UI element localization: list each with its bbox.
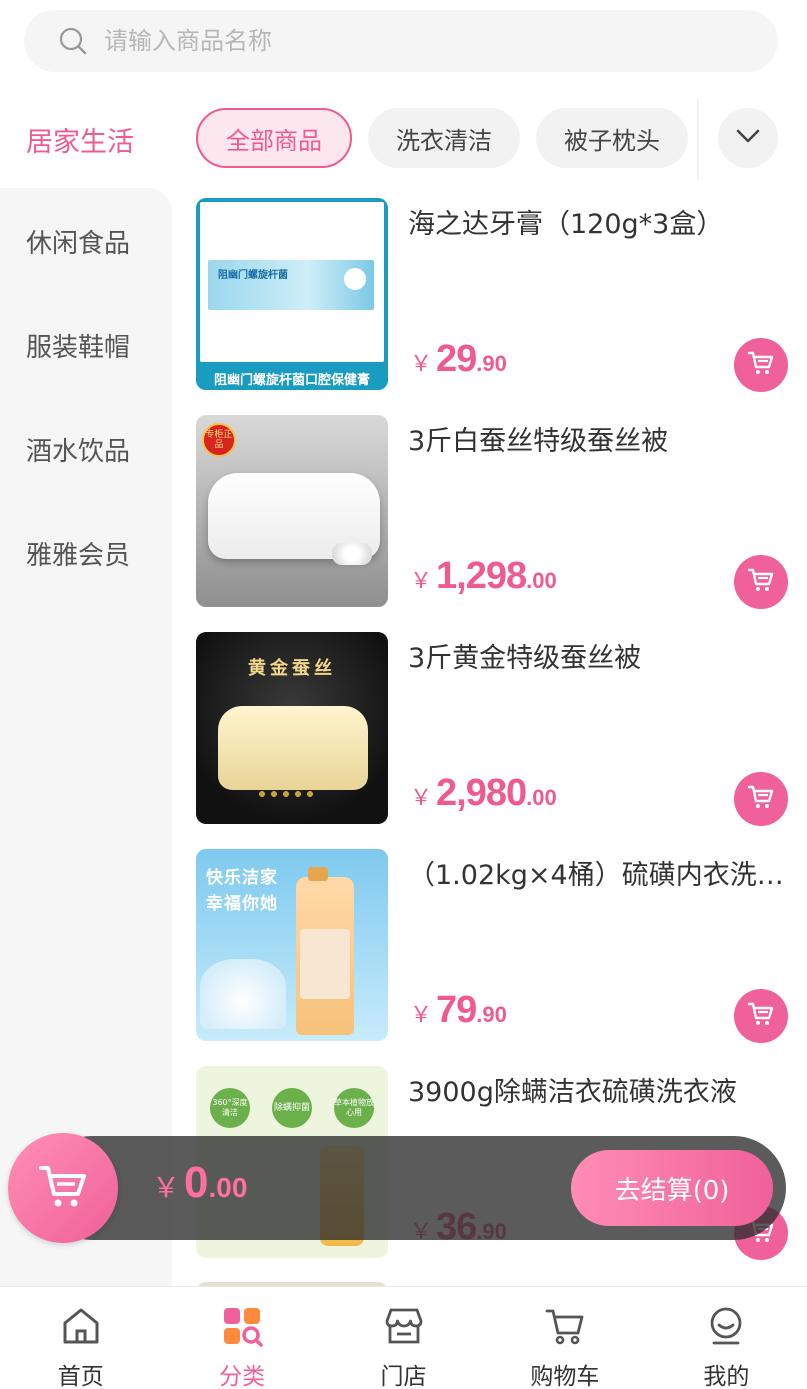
product-item[interactable]: 专柜正品 3斤白蚕丝特级蚕丝被 ￥ 1,298.00 [196,415,807,609]
sidebar-item-drinks[interactable]: 酒水饮品 [0,397,172,501]
search-icon [58,26,88,56]
price-decimal: .90 [476,1002,507,1027]
expand-chips-button[interactable] [718,108,778,168]
add-to-cart-button[interactable] [734,555,788,609]
bottom-tab-bar: 首页 分类 门店 购物车 我的 [0,1286,807,1389]
feature-badge: 360°深度清洁 [210,1088,250,1128]
tab-label: 门店 [380,1364,427,1389]
cart-icon [543,1305,587,1347]
chips-divider [697,98,699,180]
sidebar-item-membership[interactable]: 雅雅会员 [0,501,172,605]
category-icon [220,1305,264,1347]
cart-summary-button[interactable] [8,1133,118,1243]
product-image: 黄金蚕丝 [196,632,388,824]
profile-icon [704,1305,748,1347]
chip-all-products[interactable]: 全部商品 [196,108,352,168]
product-price: ￥ 29.90 [410,338,507,381]
currency-symbol: ￥ [410,352,433,377]
chip-laundry-cleaning[interactable]: 洗衣清洁 [368,108,520,168]
feature-badge: 除螨抑菌 [272,1088,312,1128]
product-image-title: 黄金蚕丝 [248,658,336,679]
product-name: 3900g除螨洁衣硫磺洗衣液 [408,1077,737,1108]
search-input[interactable] [104,27,704,55]
product-price: ￥ 2,980.00 [410,772,557,815]
cart-total: ￥ 0.00 [152,1158,247,1208]
sidebar-item-label: 雅雅会员 [26,540,131,571]
product-image-subtitle: 幸福你她 [206,894,278,914]
product-list: 阻幽门螺旋杆菌 阻幽门螺旋杆菌口腔保健膏 海之达牙膏（120g*3盒） ￥ 29.… [196,198,807,1286]
tab-label: 购物车 [530,1364,600,1389]
add-to-cart-button[interactable] [734,772,788,826]
price-integer: 29 [436,338,477,380]
currency-symbol: ￥ [410,569,433,594]
total-decimal: .00 [208,1172,248,1203]
tab-profile[interactable]: 我的 [646,1287,807,1389]
price-decimal: .00 [526,785,557,810]
product-item[interactable]: 快乐洁家 幸福你她 （1.02kg×4桶）硫磺内衣洗衣液 ￥ 79.90 [196,849,807,1043]
category-sidebar: 居家生活 休闲食品 服装鞋帽 酒水饮品 雅雅会员 [0,90,172,1286]
price-decimal: .00 [526,568,557,593]
product-item[interactable]: 黄金蚕丝 3斤黄金特级蚕丝被 ￥ 2,980.00 [196,632,807,826]
total-integer: 0 [184,1158,209,1207]
feature-badge: 草本植物放心用 [334,1088,374,1128]
product-image: 阻幽门螺旋杆菌 阻幽门螺旋杆菌口腔保健膏 [196,198,388,390]
product-price: ￥ 1,298.00 [410,555,557,598]
tab-label: 我的 [703,1364,750,1389]
currency-symbol: ￥ [152,1171,181,1204]
subcategory-chips: 全部商品 洗衣清洁 被子枕头 [196,108,696,168]
price-integer: 1,298 [436,555,527,597]
product-name: 海之达牙膏（120g*3盒） [408,209,724,240]
cart-icon [746,565,776,599]
home-icon [59,1305,103,1347]
search-bar[interactable] [24,10,778,72]
sidebar-item-label: 居家生活 [26,126,134,158]
cart-icon [746,999,776,1033]
product-image-title: 快乐洁家 [206,868,278,888]
tab-label: 首页 [57,1364,104,1389]
genuine-badge: 专柜正品 [202,423,236,457]
price-decimal: .90 [476,351,507,376]
store-icon [382,1305,426,1347]
product-name: （1.02kg×4桶）硫磺内衣洗衣液 [408,860,788,891]
currency-symbol: ￥ [410,786,433,811]
product-name: 3斤黄金特级蚕丝被 [408,643,642,674]
currency-symbol: ￥ [410,1003,433,1028]
sidebar-item-label: 休闲食品 [26,228,131,259]
product-image: 专柜正品 [196,415,388,607]
chip-quilts-pillows[interactable]: 被子枕头 [536,108,688,168]
price-integer: 2,980 [436,772,527,814]
product-price: ￥ 79.90 [410,989,507,1032]
tab-home[interactable]: 首页 [0,1287,161,1389]
product-image-caption: 阻幽门螺旋杆菌口腔保健膏 [196,366,388,390]
sidebar-item-label: 服装鞋帽 [26,332,131,363]
product-image-label: 阻幽门螺旋杆菌 [218,270,288,281]
cart-icon [746,348,776,382]
cart-icon [35,1158,91,1218]
chevron-down-icon [735,128,761,148]
cart-icon [746,782,776,816]
sidebar-item-apparel[interactable]: 服装鞋帽 [0,293,172,397]
tab-label: 分类 [219,1364,266,1389]
add-to-cart-button[interactable] [734,338,788,392]
tab-cart[interactable]: 购物车 [484,1287,645,1389]
sidebar-item-snacks[interactable]: 休闲食品 [0,189,172,293]
sidebar-item-home-living[interactable]: 居家生活 [0,90,172,188]
tab-category[interactable]: 分类 [161,1287,322,1389]
product-item[interactable]: 阻幽门螺旋杆菌 阻幽门螺旋杆菌口腔保健膏 海之达牙膏（120g*3盒） ￥ 29.… [196,198,807,392]
sidebar-item-label: 酒水饮品 [26,436,131,467]
product-name: 3斤白蚕丝特级蚕丝被 [408,426,669,457]
tab-store[interactable]: 门店 [323,1287,484,1389]
checkout-button[interactable]: 去结算(0) [571,1150,773,1226]
price-integer: 79 [436,989,477,1031]
product-image: 快乐洁家 幸福你她 [196,849,388,1041]
add-to-cart-button[interactable] [734,989,788,1043]
